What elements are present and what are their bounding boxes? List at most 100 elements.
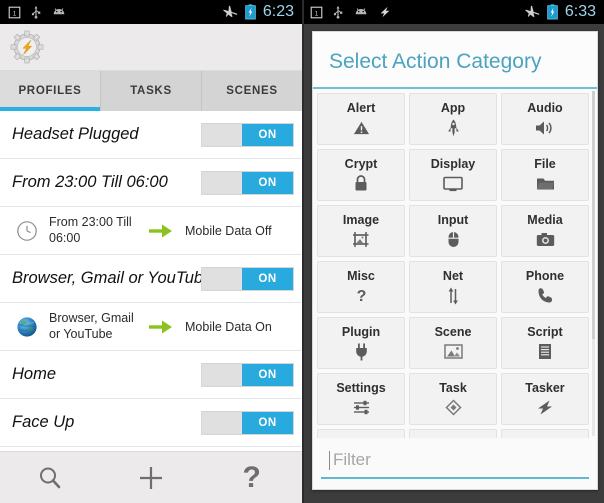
phone-handset-icon xyxy=(537,286,554,305)
profile-row-from-2300-till-0600[interactable]: From 23:00 Till 06:00 ON xyxy=(0,159,302,207)
category-label: Script xyxy=(527,325,563,339)
question-mark-icon: ? xyxy=(355,286,368,305)
diamond-icon xyxy=(444,398,462,417)
category-label: Input xyxy=(437,213,469,227)
tab-scenes[interactable]: SCENES xyxy=(202,71,302,111)
app-header xyxy=(0,24,302,71)
category-media[interactable]: Media xyxy=(501,205,589,257)
category-net[interactable]: Net xyxy=(409,261,497,313)
category-label: Image xyxy=(342,213,380,227)
monitor-icon xyxy=(443,174,463,193)
search-icon[interactable] xyxy=(0,463,101,493)
profile-name: Face Up xyxy=(12,413,75,431)
sliders-icon xyxy=(352,398,371,417)
profile-toggle[interactable]: ON xyxy=(201,410,294,435)
airplane-mode-icon xyxy=(525,5,540,20)
category-3rd-party[interactable]: 3rd Party xyxy=(501,429,589,438)
profile-detail-row[interactable]: Browser, Gmail or YouTube Mobile Data On xyxy=(0,303,302,351)
right-phone-panel: 1 6:33 Select Action Category Alert App … xyxy=(302,0,604,503)
category-label: App xyxy=(440,101,466,115)
profile-row-headset-plugged[interactable]: Headset Plugged ON xyxy=(0,111,302,159)
updown-arrows-icon xyxy=(446,286,460,305)
filter-input[interactable]: Filter xyxy=(321,444,589,479)
category-alert[interactable]: Alert xyxy=(317,93,405,145)
category-settings[interactable]: Settings xyxy=(317,373,405,425)
tasker-gear-lightning-icon[interactable] xyxy=(9,29,45,65)
category-display[interactable]: Display xyxy=(409,149,497,201)
category-grid-wrapper[interactable]: Alert App Audio Crypt Display File Image… xyxy=(313,89,597,438)
profile-toggle[interactable]: ON xyxy=(201,362,294,387)
clock-icon xyxy=(14,218,40,244)
category-label: Misc xyxy=(347,269,375,283)
category-phone[interactable]: Phone xyxy=(501,261,589,313)
category-file[interactable]: File xyxy=(501,149,589,201)
profile-toggle[interactable]: ON xyxy=(201,122,294,147)
toggle-on-label: ON xyxy=(242,267,293,290)
sim-card-icon: 1 xyxy=(8,6,21,19)
toggle-on-label: ON xyxy=(242,363,293,386)
plug-icon xyxy=(354,342,369,361)
category-label: Audio xyxy=(527,101,563,115)
lightning-bolt-icon xyxy=(536,398,554,417)
left-phone-panel: 1 6:23 PROFILES TASKS SCENES Headset Plu… xyxy=(0,0,302,503)
globe-icon xyxy=(14,314,40,340)
profile-toggle[interactable]: ON xyxy=(201,170,294,195)
right-status-bar: 1 6:33 xyxy=(302,0,604,24)
toggle-on-label: ON xyxy=(242,411,293,434)
category-label: Display xyxy=(430,157,476,171)
detail-action-label: Mobile Data Off xyxy=(185,223,272,238)
profile-name: Home xyxy=(12,365,57,383)
help-glyph: ? xyxy=(242,460,261,494)
category-input[interactable]: Input xyxy=(409,205,497,257)
profile-name: From 23:00 Till 06:00 xyxy=(12,173,168,191)
add-icon[interactable] xyxy=(101,463,202,493)
profile-row-browser-gmail-or-youtube[interactable]: Browser, Gmail or YouTube ON xyxy=(0,255,302,303)
category-image[interactable]: Image xyxy=(317,205,405,257)
category-label: Settings xyxy=(336,381,386,395)
tab-profiles[interactable]: PROFILES xyxy=(0,71,101,111)
left-status-bar: 1 6:23 xyxy=(0,0,302,24)
document-lines-icon xyxy=(538,342,552,361)
category-scene[interactable]: Scene xyxy=(409,317,497,369)
profile-detail-row[interactable]: From 23:00 Till 06:00 Mobile Data Off xyxy=(0,207,302,255)
svg-text:?: ? xyxy=(356,288,366,304)
bottom-action-bar: ? xyxy=(0,451,302,503)
profile-list[interactable]: Headset Plugged ON From 23:00 Till 06:00… xyxy=(0,111,302,451)
android-robot-icon xyxy=(51,7,67,18)
usb-icon xyxy=(332,5,344,19)
detail-trigger-label: From 23:00 Till 06:00 xyxy=(49,214,132,245)
lock-icon xyxy=(354,174,368,193)
mouse-icon xyxy=(447,230,460,249)
crop-icon xyxy=(352,230,370,249)
category-scrollbar[interactable] xyxy=(592,91,595,436)
lightning-icon xyxy=(378,5,392,19)
warning-triangle-icon xyxy=(353,118,370,137)
category-misc[interactable]: Misc ? xyxy=(317,261,405,313)
toggle-on-label: ON xyxy=(242,171,293,194)
scrollbar-thumb[interactable] xyxy=(592,91,595,340)
arrow-right-icon xyxy=(146,223,176,239)
profile-row-home[interactable]: Home ON xyxy=(0,351,302,399)
category-label: Scene xyxy=(434,325,472,339)
profile-toggle[interactable]: ON xyxy=(201,266,294,291)
tab-tasks[interactable]: TASKS xyxy=(101,71,202,111)
svg-text:1: 1 xyxy=(13,10,17,17)
category-zoom[interactable]: Zoom xyxy=(409,429,497,438)
panel-divider xyxy=(302,0,304,503)
category-plugin[interactable]: Plugin xyxy=(317,317,405,369)
help-icon[interactable]: ? xyxy=(201,460,302,494)
category-tasker[interactable]: Tasker xyxy=(501,373,589,425)
category-task[interactable]: Task xyxy=(409,373,497,425)
right-status-right: 6:33 xyxy=(525,3,596,21)
select-action-category-dialog: Select Action Category Alert App Audio C… xyxy=(312,31,598,490)
speaker-icon xyxy=(535,118,555,137)
profile-name: Headset Plugged xyxy=(12,125,139,143)
category-crypt[interactable]: Crypt xyxy=(317,149,405,201)
usb-icon xyxy=(30,5,42,19)
category-script[interactable]: Script xyxy=(501,317,589,369)
profile-row-face-up[interactable]: Face Up ON xyxy=(0,399,302,447)
category-audio[interactable]: Audio xyxy=(501,93,589,145)
category-variables[interactable]: Variables xyxy=(317,429,405,438)
category-app[interactable]: App xyxy=(409,93,497,145)
svg-text:1: 1 xyxy=(315,10,319,17)
